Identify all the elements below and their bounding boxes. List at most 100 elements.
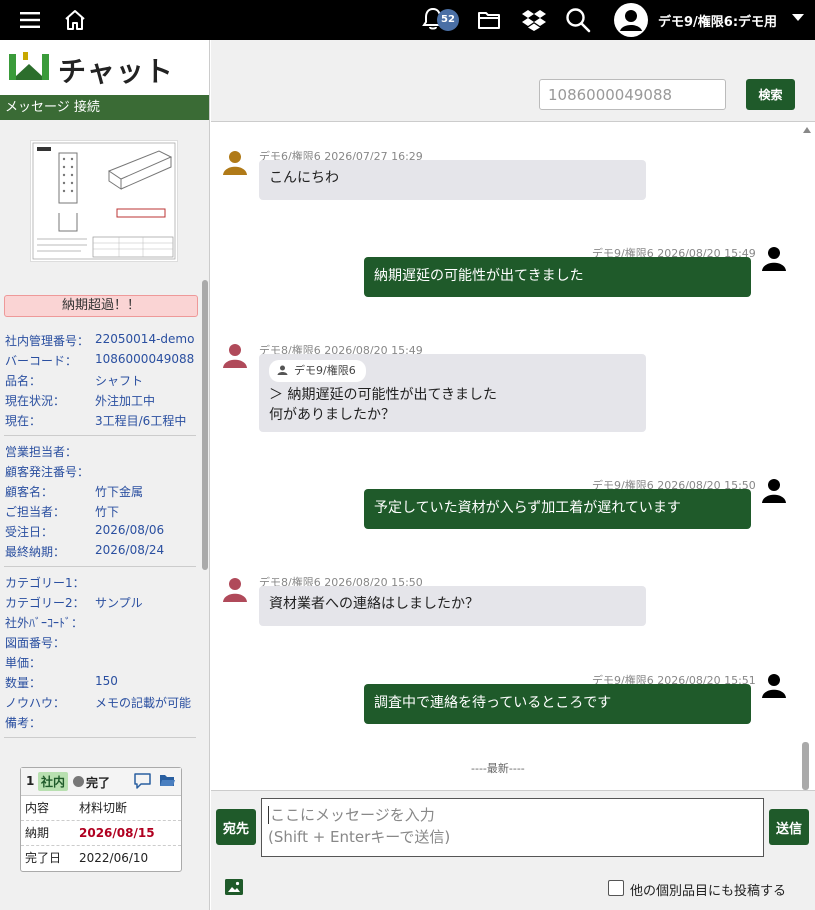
search-input[interactable]: [539, 79, 726, 110]
quote-chip[interactable]: デモ9/権限6: [269, 360, 366, 382]
process-row: 完了日 2022/06/10: [21, 846, 181, 871]
main-panel: 検索 デモ6/権限6 2026/07/27 16:29 こんにちわ デモ9/権限…: [211, 40, 815, 910]
sidebar: チャット メッセージ 接続 納期超過！！ 社内管理番号： 22050014-dem…: [0, 40, 210, 910]
folder-icon[interactable]: [477, 9, 501, 31]
dropbox-icon[interactable]: [521, 8, 547, 32]
message-text: 予定していた資材が入らず加工着が遅れています: [374, 500, 681, 516]
process-number: 1: [26, 774, 35, 788]
detail-label: 最終納期：: [5, 545, 66, 559]
search-icon[interactable]: [565, 7, 591, 33]
detail-label: 顧客名：: [5, 485, 54, 499]
process-tag: 社内: [38, 772, 69, 791]
detail-row: カテゴリー1：: [5, 574, 85, 591]
detail-label: 営業担当者：: [5, 445, 78, 459]
message-text: 納期遅延の可能性が出てきました: [374, 268, 584, 284]
detail-row: ノウハウ： メモの記載が可能: [5, 694, 191, 711]
user-avatar-icon: [762, 479, 786, 503]
message-quote-text: ＞ 納期遅延の可能性が出てきました: [269, 387, 498, 403]
divider: [4, 435, 196, 436]
detail-value: 2026/08/06: [95, 523, 165, 537]
home-icon[interactable]: [63, 8, 87, 32]
process-row: 納期 2026/08/15: [21, 821, 181, 846]
crosspost-label: 他の個別品目にも投稿する: [630, 884, 787, 899]
process-row-value: 2022/06/10: [79, 851, 149, 865]
detail-label: ノウハウ：: [5, 696, 66, 710]
message-text: 調査中で連絡を待っているところです: [374, 695, 612, 711]
detail-label: バーコード：: [5, 354, 78, 368]
logo-area: チャット: [0, 40, 209, 95]
detail-label: 品名：: [5, 374, 42, 388]
user-name[interactable]: デモ9/権限6:デモ用: [658, 11, 777, 30]
detail-label: 現在状況：: [5, 394, 66, 408]
scroll-up-arrow-icon[interactable]: [803, 127, 811, 133]
logo-mark-icon: [9, 52, 49, 80]
message-composer: 宛先 ここにメッセージを入力 (Shift + Enterキーで送信) 送信 他…: [211, 790, 815, 910]
chat-scrollbar[interactable]: [802, 742, 809, 790]
message-input[interactable]: ここにメッセージを入力 (Shift + Enterキーで送信): [261, 798, 764, 857]
notification-badge: 52: [437, 9, 459, 31]
detail-label: 図面番号：: [5, 636, 66, 650]
detail-row: 品名： シャフト: [5, 372, 143, 389]
detail-row: バーコード： 1086000049088: [5, 352, 194, 369]
address-button[interactable]: 宛先: [216, 809, 256, 845]
hamburger-menu-icon[interactable]: [20, 12, 40, 28]
detail-label: 受注日：: [5, 525, 54, 539]
detail-label: カテゴリー2：: [5, 596, 85, 610]
sidebar-scrollbar[interactable]: [202, 280, 208, 570]
app-logo-text: チャット: [58, 55, 174, 88]
folder-open-icon[interactable]: [159, 773, 176, 788]
process-card[interactable]: 1 社内 完了 内容 材料切断 納期 2026/08/15 完了日 2022/06/1…: [20, 767, 182, 872]
search-button[interactable]: 検索: [746, 79, 795, 110]
process-row-label: 完了日: [25, 851, 62, 865]
drawing-thumbnail[interactable]: [30, 140, 178, 262]
chevron-down-icon[interactable]: [792, 14, 804, 21]
comment-icon[interactable]: [134, 773, 151, 789]
detail-value: 2026/08/24: [95, 543, 165, 557]
message-text: 資材業者への連絡はしましたか？: [269, 596, 479, 612]
process-card-header: 1 社内 完了: [21, 768, 181, 796]
process-row-value: 2026/08/15: [79, 826, 155, 840]
message-placeholder-line2: (Shift + Enterキーで送信): [268, 828, 451, 846]
crosspost-checkbox[interactable]: [608, 880, 624, 896]
detail-row: 現在状況： 外注加工中: [5, 392, 155, 409]
message-bubble: 予定していた資材が入らず加工着が遅れています: [364, 489, 751, 529]
process-row-label: 内容: [25, 801, 50, 815]
detail-row: ご担当者： 竹下: [5, 503, 119, 520]
detail-row: 数量： 150: [5, 674, 118, 691]
user-avatar-icon[interactable]: [613, 2, 649, 38]
user-avatar-icon: [762, 247, 786, 271]
detail-label: 顧客発注番号：: [5, 465, 90, 479]
detail-row: 社外ﾊﾞｰｺｰﾄﾞ：: [5, 614, 83, 631]
detail-row: 現在： 3工程目/6工程中: [5, 412, 186, 429]
divider: [4, 737, 196, 738]
detail-row: 単価：: [5, 654, 41, 671]
detail-value: サンプル: [95, 596, 143, 610]
status-dot-icon: [73, 776, 84, 787]
detail-value: 1086000049088: [95, 352, 195, 366]
detail-row: 社内管理番号： 22050014-demo: [5, 332, 194, 349]
detail-label: カテゴリー1：: [5, 576, 85, 590]
quote-user: デモ9/権限6: [294, 364, 356, 377]
chat-area[interactable]: デモ6/権限6 2026/07/27 16:29 こんにちわ デモ9/権限6 2…: [211, 122, 815, 790]
divider: [4, 566, 196, 567]
detail-value: メモの記載が可能: [95, 696, 192, 710]
detail-row: 図面番号：: [5, 634, 65, 651]
send-button[interactable]: 送信: [769, 809, 809, 845]
detail-value: シャフト: [95, 374, 144, 388]
detail-value: 外注加工中: [95, 394, 156, 408]
user-avatar-icon: [223, 151, 247, 175]
detail-label: 現在：: [5, 414, 42, 428]
user-avatar-icon: [762, 674, 786, 698]
detail-row: 受注日： 2026/08/06: [5, 523, 164, 540]
detail-row: 顧客名： 竹下金属: [5, 483, 143, 500]
image-icon[interactable]: [225, 879, 243, 895]
top-bar: 52 デモ9/権限6:デモ用: [0, 0, 815, 40]
detail-row: 顧客発注番号：: [5, 463, 89, 480]
detail-value: 竹下: [95, 505, 120, 519]
message-bubble: 調査中で連絡を待っているところです: [364, 684, 751, 724]
detail-label: 社内管理番号：: [5, 334, 90, 348]
user-icon: [277, 365, 288, 375]
detail-label: 単価：: [5, 656, 42, 670]
message-bubble: こんにちわ: [259, 160, 646, 200]
detail-label: 社外ﾊﾞｰｺｰﾄﾞ：: [5, 616, 84, 630]
